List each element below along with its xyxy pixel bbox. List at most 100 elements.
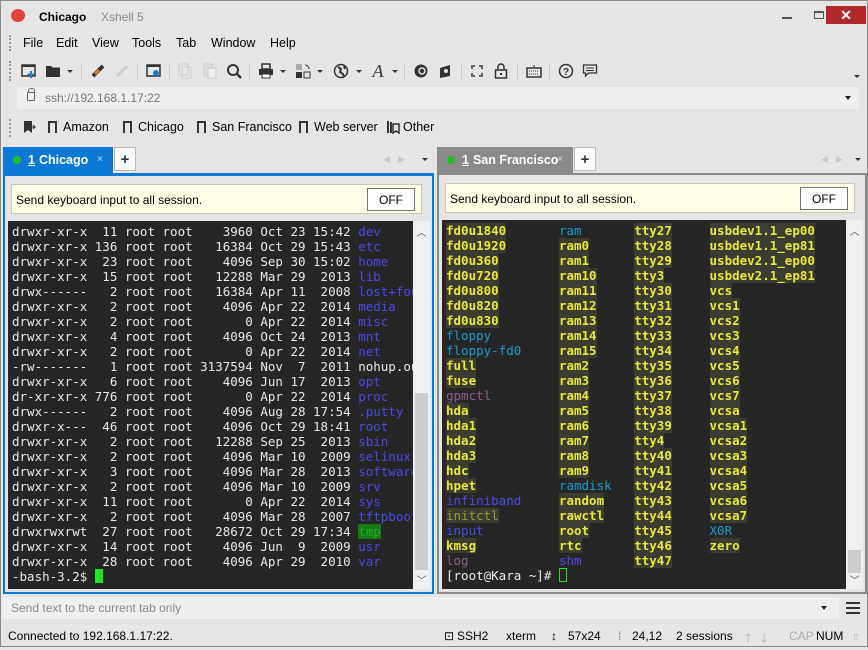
tab-scroll-left-icon[interactable]: ◀ <box>821 154 828 165</box>
link-amazon[interactable]: Amazon <box>48 120 109 134</box>
print-dropdown-icon[interactable] <box>280 70 286 73</box>
add-tab-button[interactable]: + <box>114 147 136 171</box>
paste-button[interactable] <box>200 61 220 81</box>
new-session-button[interactable] <box>19 61 39 81</box>
tab-scroll-right-icon[interactable]: ▶ <box>398 154 405 165</box>
device-name: vcs3 <box>709 328 740 343</box>
device-name: tty44 <box>634 508 672 523</box>
device-name: tty43 <box>634 493 672 508</box>
fullscreen-button[interactable] <box>467 61 487 81</box>
transfer-button[interactable] <box>293 61 313 81</box>
compose-target-dropdown-icon[interactable] <box>821 606 827 610</box>
bookmark-icon <box>299 121 308 134</box>
transfer-dropdown-icon[interactable] <box>317 70 323 73</box>
toolbar-grip[interactable] <box>9 61 11 81</box>
menu-edit[interactable]: Edit <box>56 36 78 50</box>
tab-chicago[interactable]: 1 Chicago × <box>3 147 113 173</box>
add-tab-button[interactable]: + <box>574 147 596 171</box>
send-to-all-toggle[interactable]: OFF <box>800 187 848 210</box>
compose-menu-icon[interactable] <box>846 602 860 614</box>
link-label: Other <box>403 120 435 134</box>
address-dropdown-icon[interactable] <box>845 96 851 100</box>
device-entry: tty42 <box>634 478 709 493</box>
terminal-output[interactable]: drwxr-xr-x 11 root root 3960 Oct 23 15:4… <box>8 221 413 589</box>
device-entry: vcs <box>709 283 830 298</box>
send-to-all-toggle[interactable]: OFF <box>367 188 415 211</box>
print-button[interactable] <box>256 61 276 81</box>
device-name: hda3 <box>446 448 477 463</box>
file-name: tftpboot <box>358 509 413 524</box>
terminal-line: floppy-fd0 ram15 tty34 vcs4 <box>446 343 846 358</box>
tab-scroll-right-icon[interactable]: ▶ <box>836 154 843 165</box>
tab-close-icon[interactable]: × <box>557 154 563 165</box>
device-name: root <box>558 523 590 538</box>
linksbar-grip[interactable] <box>9 119 11 137</box>
open-dropdown-icon[interactable] <box>67 70 73 73</box>
terminal-line: fd0u720 ram10 tty3 usbdev2.1_ep81 <box>446 268 846 283</box>
menu-file[interactable]: File <box>23 36 43 50</box>
device-name: fd0u800 <box>446 283 499 298</box>
globe-dropdown-icon[interactable] <box>356 70 362 73</box>
toolbar-overflow-icon[interactable] <box>854 75 860 78</box>
help-button[interactable]: ? <box>556 61 576 81</box>
link-chicago[interactable]: Chicago <box>123 120 184 134</box>
chat-button[interactable] <box>580 61 600 81</box>
file-name: srv <box>358 479 381 494</box>
tab-list-dropdown-icon[interactable] <box>855 158 861 161</box>
link-san-francisco[interactable]: San Francisco <box>197 120 292 134</box>
menu-tools[interactable]: Tools <box>132 36 161 50</box>
compose-input[interactable]: Send text to the current tab only <box>11 601 181 615</box>
title-bar[interactable]: Chicago Xshell 5 ✕ <box>1 1 867 31</box>
device-name: vcsa2 <box>709 433 748 448</box>
font-dropdown-icon[interactable] <box>392 70 398 73</box>
connect-button[interactable] <box>88 61 108 81</box>
menu-tab[interactable]: Tab <box>176 36 196 50</box>
minimize-button[interactable] <box>769 6 805 24</box>
menu-view[interactable]: View <box>92 36 119 50</box>
device-name: tty41 <box>634 463 672 478</box>
scrollbar-thumb[interactable] <box>415 393 428 570</box>
terminal-scrollbar[interactable]: ︿ ﹀ <box>413 221 430 589</box>
menubar-grip[interactable] <box>9 35 11 51</box>
font-button[interactable]: A <box>368 61 388 81</box>
device-name: tty46 <box>634 538 672 553</box>
scrollbar-thumb[interactable] <box>848 550 861 573</box>
address-input[interactable]: ssh://192.168.1.17:22 <box>45 91 160 105</box>
tab-number: 1 <box>28 153 35 167</box>
scroll-down-icon[interactable]: ﹀ <box>846 571 863 587</box>
xmanager-button[interactable] <box>436 61 456 81</box>
menu-window[interactable]: Window <box>211 36 255 50</box>
disconnect-button[interactable] <box>112 61 132 81</box>
links-button[interactable] <box>23 120 36 134</box>
device-name: fd0u720 <box>446 268 499 283</box>
find-button[interactable] <box>224 61 244 81</box>
scroll-up-icon[interactable]: ︿ <box>413 223 430 239</box>
prompt-line: [root@Kara ~]# <box>446 568 846 583</box>
link-other[interactable]: Other <box>386 120 434 134</box>
terminal-line: drwxr-xr-x 4 root root 4096 Oct 24 2013 … <box>12 329 413 344</box>
close-button[interactable]: ✕ <box>826 6 866 24</box>
menu-help[interactable]: Help <box>270 36 296 50</box>
tab-close-icon[interactable]: × <box>97 154 103 165</box>
link-web-server[interactable]: Web server <box>299 120 378 134</box>
address-bar[interactable]: ssh://192.168.1.17:22 <box>17 87 859 109</box>
copy-button[interactable] <box>175 61 195 81</box>
tab-scroll-left-icon[interactable]: ◀ <box>383 154 390 165</box>
xmanager-icon <box>440 65 450 78</box>
keyboard-button[interactable] <box>524 61 544 81</box>
tab-list-dropdown-icon[interactable] <box>422 158 428 161</box>
xftp-button[interactable] <box>411 61 431 81</box>
tab-san-francisco[interactable]: 1 San Francisco × <box>437 147 573 173</box>
terminal-scrollbar[interactable]: ︿ ﹀ <box>846 220 863 589</box>
scroll-up-icon[interactable]: ︿ <box>846 222 863 238</box>
resize-grip-icon[interactable]: ⠿ <box>853 633 859 642</box>
session-properties-button[interactable] <box>144 61 164 81</box>
globe-button[interactable] <box>331 61 351 81</box>
device-entry: initctl <box>446 508 559 523</box>
terminal-output[interactable]: fd0u1840 ram tty27 usbdev1.1_ep00 fd0u1920 ra… <box>442 220 846 589</box>
scroll-down-icon[interactable]: ﹀ <box>413 571 430 587</box>
lock-button[interactable] <box>491 61 511 81</box>
open-button[interactable] <box>43 61 63 81</box>
compose-bar[interactable]: Send text to the current tab only <box>3 597 839 619</box>
device-name: tty42 <box>634 478 672 493</box>
